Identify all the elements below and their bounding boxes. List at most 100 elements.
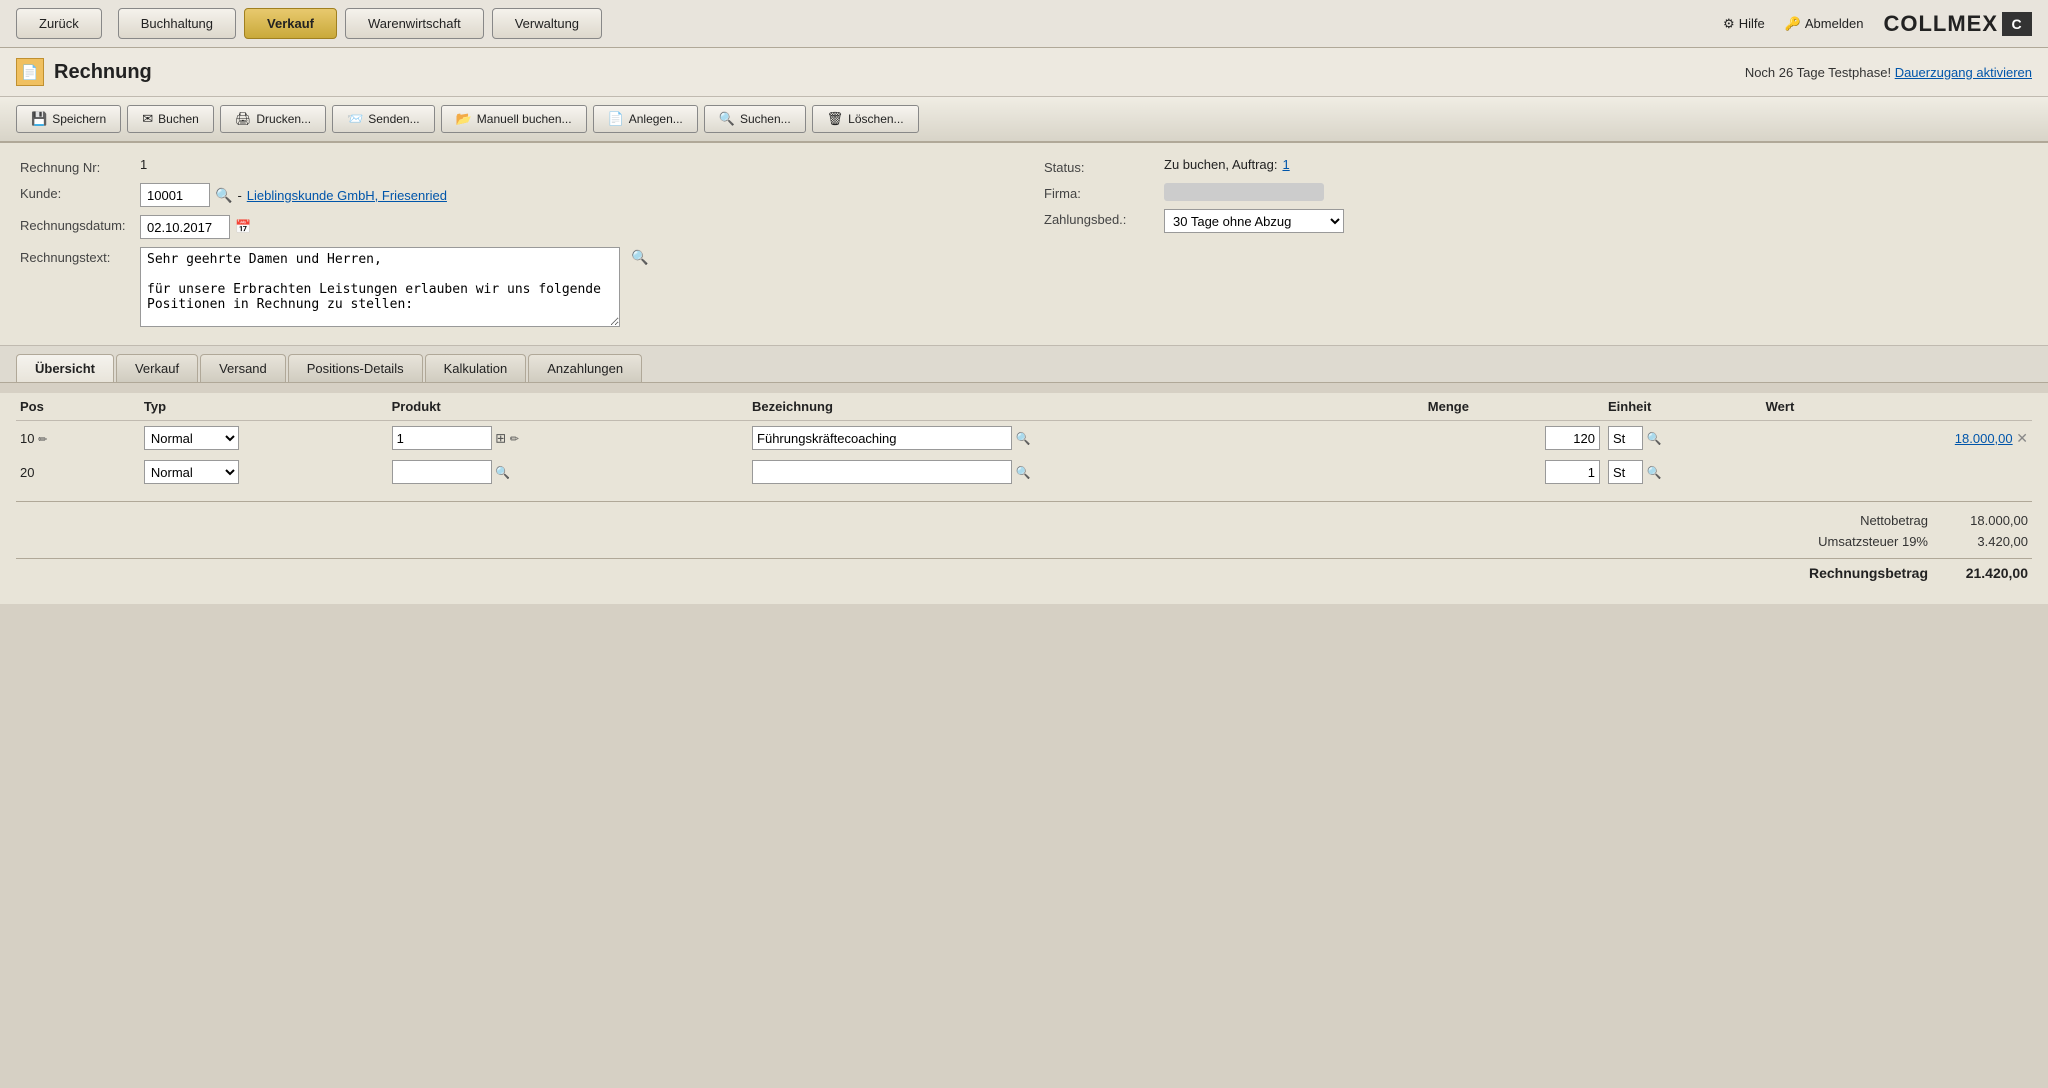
tab-verkauf[interactable]: Verkauf bbox=[116, 354, 198, 382]
rechnungstext-label: Rechnungstext: bbox=[20, 247, 140, 265]
tab-versand[interactable]: Versand bbox=[200, 354, 286, 382]
tabs-bar: Übersicht Verkauf Versand Positions-Deta… bbox=[0, 346, 2048, 383]
top-navigation: Zurück Buchhaltung Verkauf Warenwirtscha… bbox=[0, 0, 2048, 48]
rechnungsbetrag-row: Rechnungsbetrag 21.420,00 bbox=[16, 558, 2032, 584]
print-icon: 🖨 bbox=[235, 111, 252, 127]
logout-link[interactable]: 🔑 Abmelden bbox=[1785, 16, 1864, 32]
form-right-col: Status: Zu buchen, Auftrag: 1 Firma: Zah… bbox=[1044, 157, 2028, 247]
loeschen-button[interactable]: 🗑 Löschen... bbox=[812, 105, 919, 133]
gear-icon: ⚙ bbox=[1723, 16, 1735, 32]
col-header-menge: Menge bbox=[1424, 393, 1604, 421]
row2-typ: Normal Text Kommentar bbox=[140, 455, 388, 489]
row1-delete-icon[interactable]: ✕ bbox=[2016, 430, 2028, 446]
row1-wert: 18.000,00 ✕ bbox=[1762, 421, 2032, 456]
status-link[interactable]: 1 bbox=[1282, 157, 1289, 172]
rechnungsdatum-value: 📅 bbox=[140, 215, 1004, 239]
save-button[interactable]: 💾 Speichern bbox=[16, 105, 121, 133]
page-title-area: 📄 Rechnung bbox=[16, 58, 152, 86]
kunde-link[interactable]: Lieblingskunde GmbH, Friesenried bbox=[247, 188, 447, 203]
row1-einheit-search-icon[interactable]: 🔍 bbox=[1647, 432, 1662, 446]
anlegen-button[interactable]: 📄 Anlegen... bbox=[593, 105, 698, 133]
buchen-button[interactable]: ✉ Buchen bbox=[127, 105, 214, 133]
nettobetrag-row: Nettobetrag 18.000,00 bbox=[16, 510, 2032, 531]
row1-edit-icon[interactable]: ✏ bbox=[38, 434, 47, 446]
col-header-einheit: Einheit bbox=[1604, 393, 1762, 421]
rechnungsdatum-row: Rechnungsdatum: 📅 bbox=[20, 215, 1004, 239]
kunde-search-icon[interactable]: 🔍 bbox=[215, 187, 232, 204]
calendar-icon[interactable]: 📅 bbox=[235, 219, 251, 235]
row2-einheit-input[interactable] bbox=[1608, 460, 1643, 484]
col-header-pos: Pos bbox=[16, 393, 140, 421]
row2-wert bbox=[1762, 455, 2032, 489]
manual-book-icon: 📂 bbox=[456, 111, 472, 127]
rechnungsdatum-input[interactable] bbox=[140, 215, 230, 239]
trial-link[interactable]: Dauerzugang aktivieren bbox=[1895, 65, 2032, 80]
rechnungstext-row: Rechnungstext: Sehr geehrte Damen und He… bbox=[20, 247, 2028, 327]
row2-bezeichnung-input[interactable] bbox=[752, 460, 1012, 484]
row2-produkt: 🔍 bbox=[388, 455, 748, 489]
zahlungsbed-row: Zahlungsbed.: 30 Tage ohne Abzug 14 Tage… bbox=[1044, 209, 2028, 233]
drucken-button[interactable]: 🖨 Drucken... bbox=[220, 105, 326, 133]
row1-produkt-input[interactable] bbox=[392, 426, 492, 450]
nav-buchhaltung[interactable]: Buchhaltung bbox=[118, 8, 236, 39]
row1-produkt-table-icon[interactable]: ⊞ bbox=[495, 431, 506, 446]
status-label: Status: bbox=[1044, 157, 1164, 175]
umsatzsteuer-row: Umsatzsteuer 19% 3.420,00 bbox=[16, 531, 2032, 552]
rechnungstext-input[interactable]: Sehr geehrte Damen und Herren, für unser… bbox=[140, 247, 620, 327]
back-button[interactable]: Zurück bbox=[16, 8, 102, 39]
row1-menge-input[interactable] bbox=[1545, 426, 1600, 450]
tab-ubersicht[interactable]: Übersicht bbox=[16, 354, 114, 382]
manuell-buchen-button[interactable]: 📂 Manuell buchen... bbox=[441, 105, 587, 133]
row1-bezeichnung: 🔍 bbox=[748, 421, 1424, 456]
tab-positions-details[interactable]: Positions-Details bbox=[288, 354, 423, 382]
row1-bezeichnung-search-icon[interactable]: 🔍 bbox=[1016, 432, 1031, 446]
firma-value bbox=[1164, 183, 2028, 201]
rechnung-nr-value: 1 bbox=[140, 157, 1004, 172]
umsatzsteuer-label: Umsatzsteuer 19% bbox=[1818, 534, 1928, 549]
kunde-id-input[interactable] bbox=[140, 183, 210, 207]
tab-anzahlungen[interactable]: Anzahlungen bbox=[528, 354, 642, 382]
row2-produkt-input[interactable] bbox=[392, 460, 492, 484]
page-header: 📄 Rechnung Noch 26 Tage Testphase! Dauer… bbox=[0, 48, 2048, 97]
positions-table: Pos Typ Produkt Bezeichnung Menge Einhei… bbox=[16, 393, 2032, 489]
help-link[interactable]: ⚙ Hilfe bbox=[1723, 16, 1765, 32]
row1-menge bbox=[1424, 421, 1604, 456]
nav-verwaltung[interactable]: Verwaltung bbox=[492, 8, 602, 39]
row2-einheit-search-icon[interactable]: 🔍 bbox=[1647, 466, 1662, 480]
search-icon: 🔍 bbox=[719, 111, 735, 127]
row1-einheit-input[interactable] bbox=[1608, 426, 1643, 450]
row2-pos: 20 bbox=[16, 455, 140, 489]
nettobetrag-value: 18.000,00 bbox=[1948, 513, 2028, 528]
row1-wert-link[interactable]: 18.000,00 bbox=[1955, 431, 2013, 446]
tab-kalkulation[interactable]: Kalkulation bbox=[425, 354, 527, 382]
save-icon: 💾 bbox=[31, 111, 47, 127]
row1-typ-select[interactable]: Normal Text Kommentar bbox=[144, 426, 239, 450]
firma-row: Firma: bbox=[1044, 183, 2028, 201]
row2-typ-select[interactable]: Normal Text Kommentar bbox=[144, 460, 239, 484]
senden-button[interactable]: 📨 Senden... bbox=[332, 105, 435, 133]
nav-warenwirtschaft[interactable]: Warenwirtschaft bbox=[345, 8, 484, 39]
row2-bezeichnung-search-icon[interactable]: 🔍 bbox=[1016, 466, 1031, 480]
rechnung-nr-row: Rechnung Nr: 1 bbox=[20, 157, 1004, 175]
rechnungstext-value: Sehr geehrte Damen und Herren, für unser… bbox=[140, 247, 2028, 327]
kunde-value: 🔍 - Lieblingskunde GmbH, Friesenried bbox=[140, 183, 1004, 207]
suchen-button[interactable]: 🔍 Suchen... bbox=[704, 105, 806, 133]
row1-produkt-edit-icon[interactable]: ✏ bbox=[510, 434, 519, 446]
umsatzsteuer-value: 3.420,00 bbox=[1948, 534, 2028, 549]
page-icon: 📄 bbox=[16, 58, 44, 86]
row2-produkt-search-icon[interactable]: 🔍 bbox=[495, 466, 510, 480]
table-row: 20 Normal Text Kommentar 🔍 🔍 bbox=[16, 455, 2032, 489]
row1-bezeichnung-input[interactable] bbox=[752, 426, 1012, 450]
nav-verkauf[interactable]: Verkauf bbox=[244, 8, 337, 39]
kunde-label: Kunde: bbox=[20, 183, 140, 201]
row2-menge-input[interactable] bbox=[1545, 460, 1600, 484]
rechnungstext-search-icon[interactable]: 🔍 bbox=[631, 249, 648, 266]
row1-pos: 10 ✏ bbox=[16, 421, 140, 456]
form-area: Rechnung Nr: 1 Kunde: 🔍 - Lieblingskunde… bbox=[0, 143, 2048, 346]
row1-einheit: 🔍 bbox=[1604, 421, 1762, 456]
zahlungsbed-label: Zahlungsbed.: bbox=[1044, 209, 1164, 227]
col-header-wert: Wert bbox=[1762, 393, 2032, 421]
kunde-row: Kunde: 🔍 - Lieblingskunde GmbH, Friesenr… bbox=[20, 183, 1004, 207]
create-icon: 📄 bbox=[608, 111, 624, 127]
zahlungsbed-select[interactable]: 30 Tage ohne Abzug 14 Tage 2% Skonto Sof… bbox=[1164, 209, 1344, 233]
